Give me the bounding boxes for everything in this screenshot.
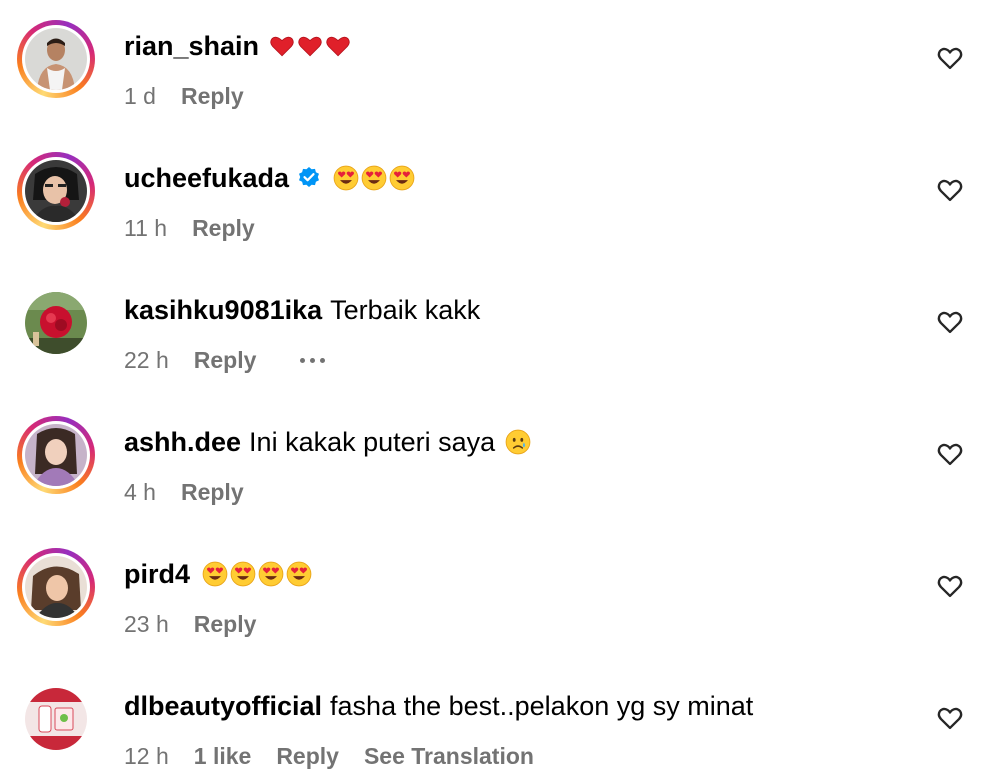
reply-button[interactable]: Reply bbox=[276, 740, 339, 772]
avatar bbox=[25, 28, 87, 90]
reply-button[interactable]: Reply bbox=[181, 476, 244, 508]
avatar-story-ring[interactable] bbox=[17, 152, 95, 230]
comment-timestamp[interactable]: 12 h bbox=[124, 740, 169, 772]
reply-button[interactable]: Reply bbox=[194, 608, 257, 640]
heart-eyes-emoji-icon bbox=[230, 561, 256, 587]
see-translation-button[interactable]: See Translation bbox=[364, 740, 534, 772]
avatar bbox=[25, 688, 87, 750]
heart-eyes-emoji-icon bbox=[361, 165, 387, 191]
comment-item: dlbeautyofficial fasha the best..pelakon… bbox=[0, 660, 984, 776]
crying-face-emoji-icon bbox=[505, 429, 531, 455]
comment-item: ucheefukada 11 h Reply bbox=[0, 132, 984, 264]
heart-eyes-emoji-icon bbox=[258, 561, 284, 587]
red-heart-icon bbox=[298, 36, 322, 57]
comment-text: Terbaik kakk bbox=[330, 295, 481, 325]
heart-outline-icon[interactable] bbox=[936, 176, 964, 204]
reply-button[interactable]: Reply bbox=[181, 80, 244, 112]
heart-outline-icon[interactable] bbox=[936, 704, 964, 732]
comment-username[interactable]: ashh.dee bbox=[124, 424, 241, 460]
comment-item: kasihku9081ika Terbaik kakk 22 h Reply bbox=[0, 264, 984, 396]
comment-timestamp[interactable]: 4 h bbox=[124, 476, 156, 508]
comments-list: rian_shain 1 d Reply ucheefukada 11 h Re… bbox=[0, 0, 984, 776]
avatar bbox=[25, 424, 87, 486]
comment-username[interactable]: rian_shain bbox=[124, 28, 259, 64]
red-heart-icon bbox=[326, 36, 350, 57]
avatar bbox=[25, 556, 87, 618]
comment-item: ashh.dee Ini kakak puteri saya 4 h Reply bbox=[0, 396, 984, 528]
heart-eyes-emoji-icon bbox=[333, 165, 359, 191]
avatar bbox=[25, 160, 87, 222]
heart-outline-icon[interactable] bbox=[936, 44, 964, 72]
verified-badge-icon bbox=[299, 167, 320, 187]
avatar-story-ring[interactable] bbox=[17, 416, 95, 494]
comment-emoji-text bbox=[331, 165, 415, 191]
heart-outline-icon[interactable] bbox=[936, 440, 964, 468]
avatar-wrapper[interactable] bbox=[17, 284, 95, 362]
comment-timestamp[interactable]: 1 d bbox=[124, 80, 156, 112]
comment-item: rian_shain 1 d Reply bbox=[0, 0, 984, 132]
heart-eyes-emoji-icon bbox=[286, 561, 312, 587]
avatar-story-ring[interactable] bbox=[17, 548, 95, 626]
red-heart-icon bbox=[270, 36, 294, 57]
heart-eyes-emoji-icon bbox=[202, 561, 228, 587]
comment-text: fasha the best..pelakon yg sy minat bbox=[330, 691, 754, 721]
comment-text: Ini kakak puteri saya bbox=[249, 427, 496, 457]
avatar-wrapper[interactable] bbox=[17, 680, 95, 758]
comment-timestamp[interactable]: 22 h bbox=[124, 344, 169, 376]
reply-button[interactable]: Reply bbox=[192, 212, 255, 244]
heart-eyes-emoji-icon bbox=[389, 165, 415, 191]
comment-timestamp[interactable]: 11 h bbox=[124, 212, 167, 244]
avatar-story-ring[interactable] bbox=[17, 20, 95, 98]
heart-outline-icon[interactable] bbox=[936, 572, 964, 600]
comment-emoji-text bbox=[267, 33, 351, 59]
comment-username[interactable]: ucheefukada bbox=[124, 160, 289, 196]
more-horizontal-icon[interactable] bbox=[300, 357, 326, 363]
comment-username[interactable]: dlbeautyofficial bbox=[124, 688, 322, 724]
comment-emoji-text bbox=[200, 561, 312, 587]
comment-item: pird4 23 h Reply bbox=[0, 528, 984, 660]
avatar bbox=[25, 292, 87, 354]
comment-username[interactable]: kasihku9081ika bbox=[124, 292, 322, 328]
comment-timestamp[interactable]: 23 h bbox=[124, 608, 169, 640]
heart-outline-icon[interactable] bbox=[936, 308, 964, 336]
likes-count-button[interactable]: 1 like bbox=[194, 740, 252, 772]
comment-username[interactable]: pird4 bbox=[124, 556, 190, 592]
reply-button[interactable]: Reply bbox=[194, 344, 257, 376]
